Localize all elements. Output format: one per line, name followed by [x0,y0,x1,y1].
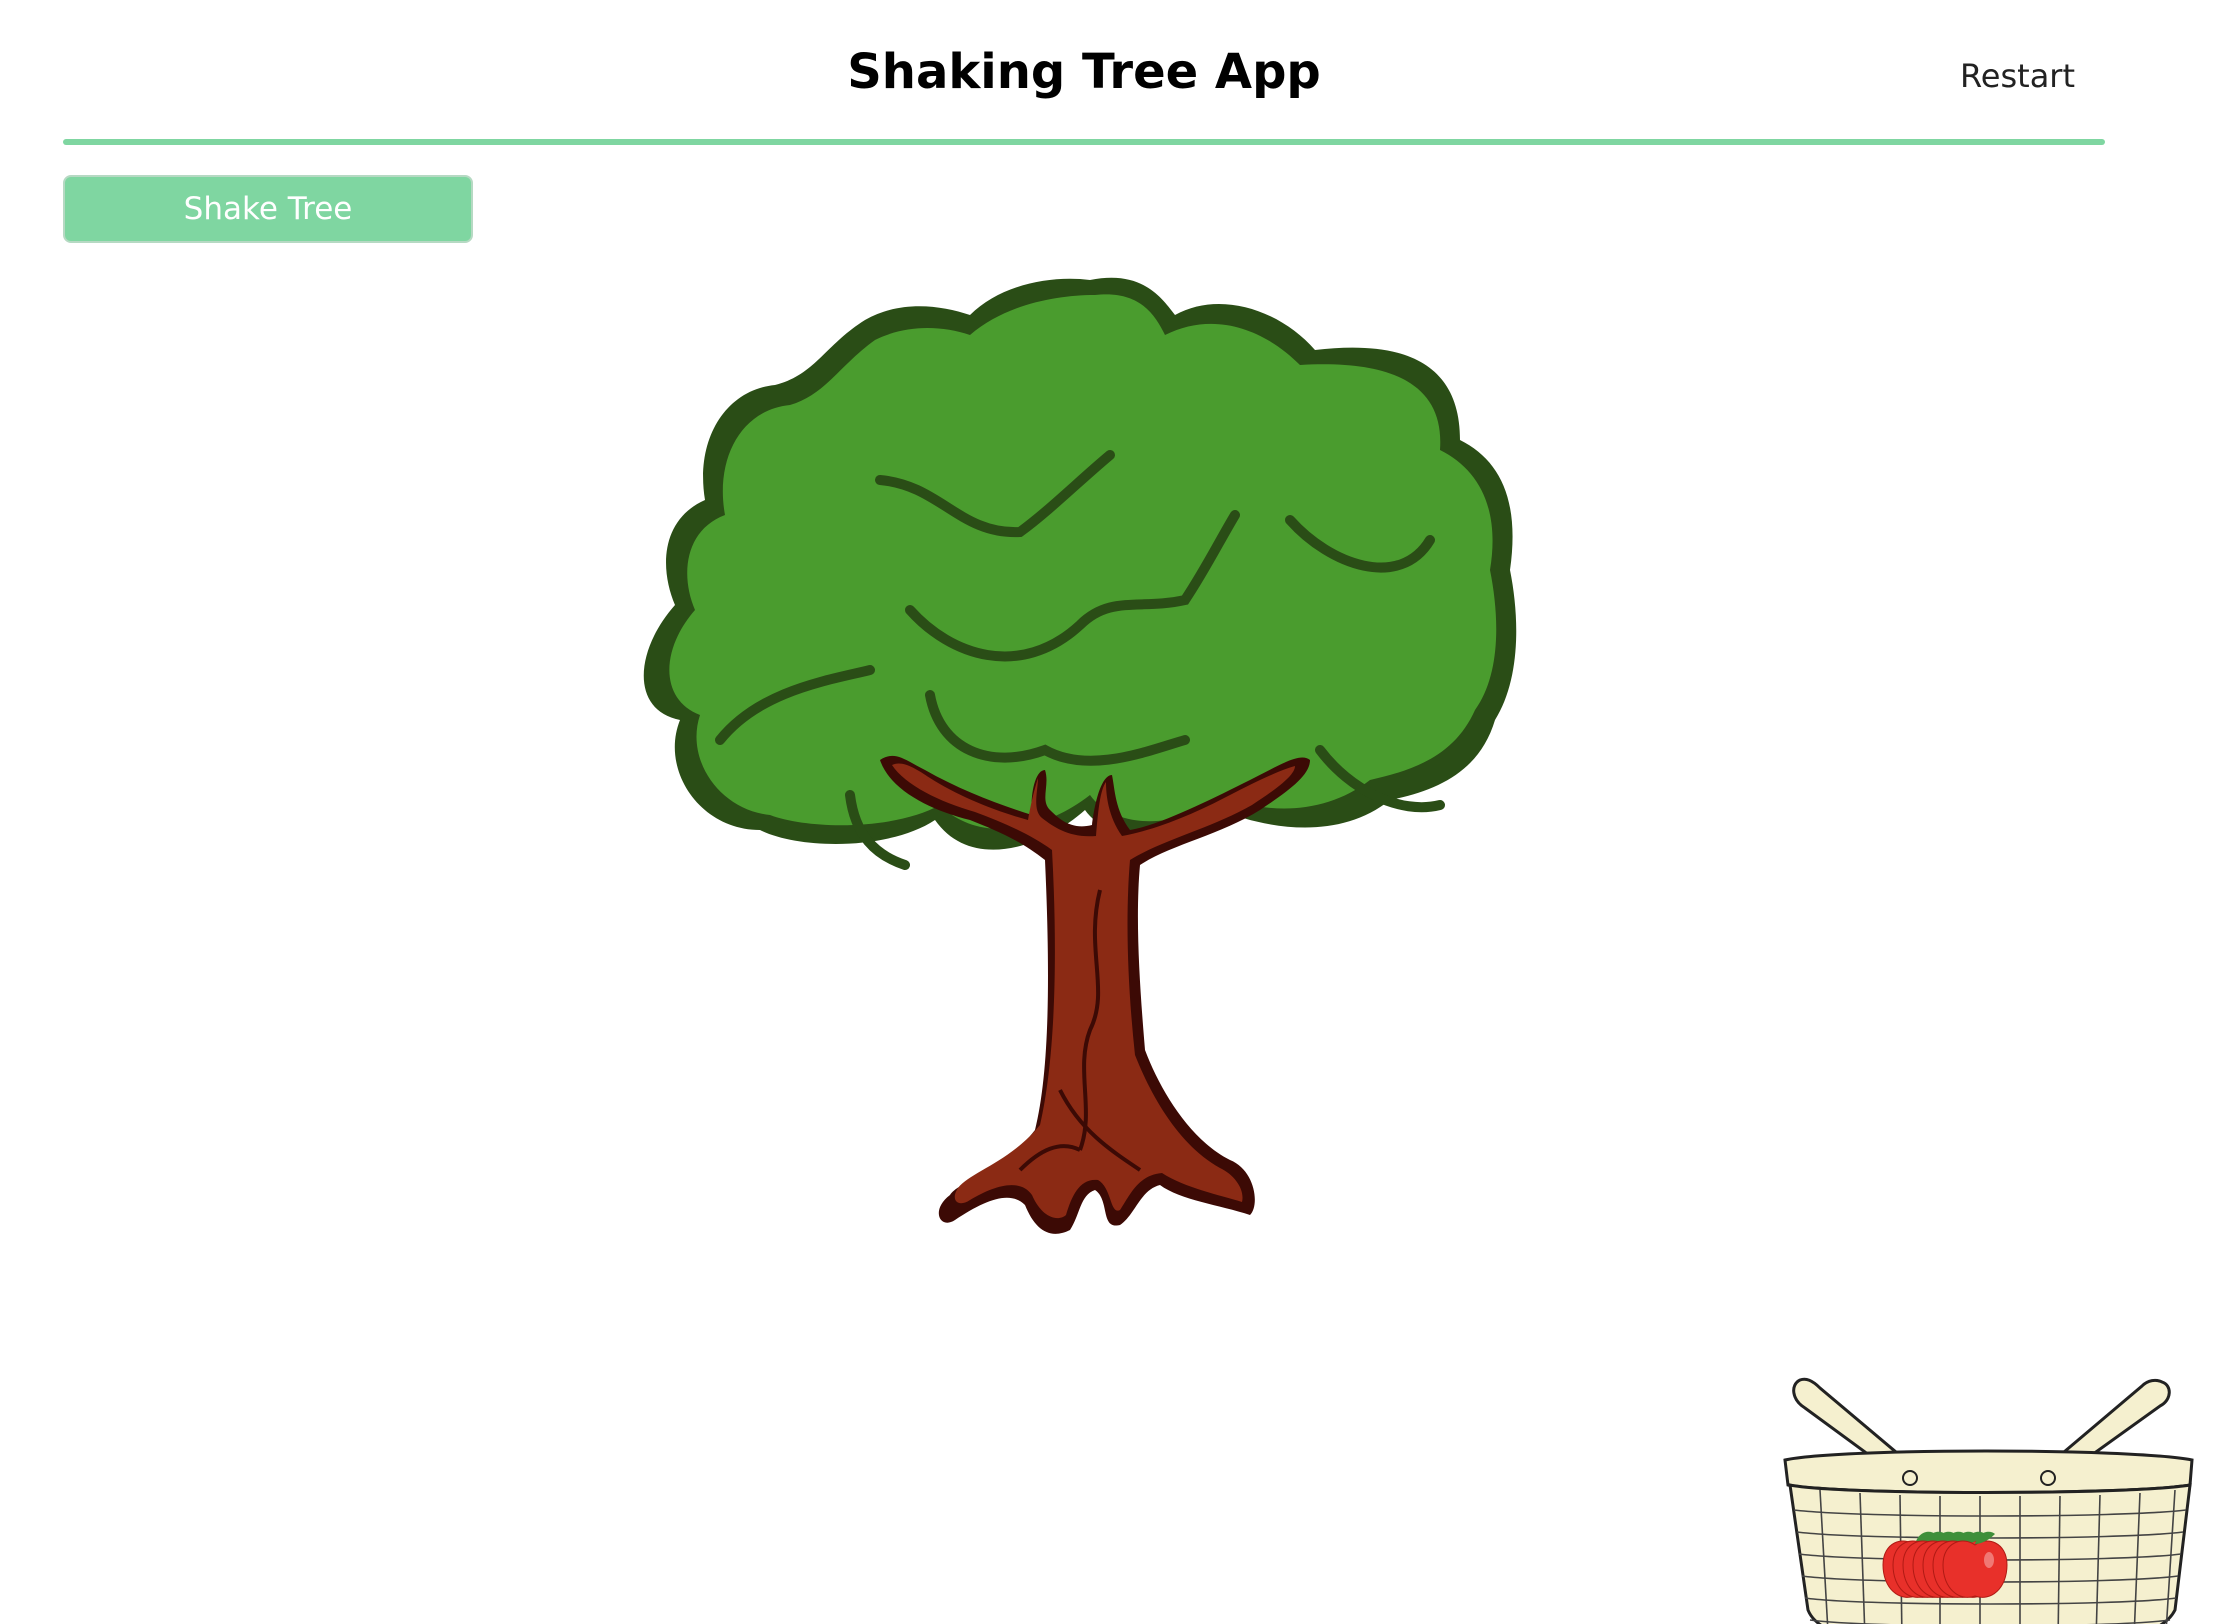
page-title: Shaking Tree App [847,44,1321,100]
basket-rivet [1902,1470,1918,1486]
tree-foliage [669,294,1497,829]
basket-illustration [1783,1377,2194,1624]
basket-rivet [2040,1470,2056,1486]
tree-illustration [643,277,1517,1234]
restart-button[interactable]: Restart [1960,56,2075,96]
app-root: Shaking Tree App Restart Shake Tree [0,0,2214,1624]
shake-tree-button[interactable]: Shake Tree [63,175,473,243]
apple-pile [1882,1531,2008,1598]
basket-rim [1783,1449,2194,1494]
header-divider [63,139,2105,145]
app-header: Shaking Tree App Restart [63,0,2105,144]
